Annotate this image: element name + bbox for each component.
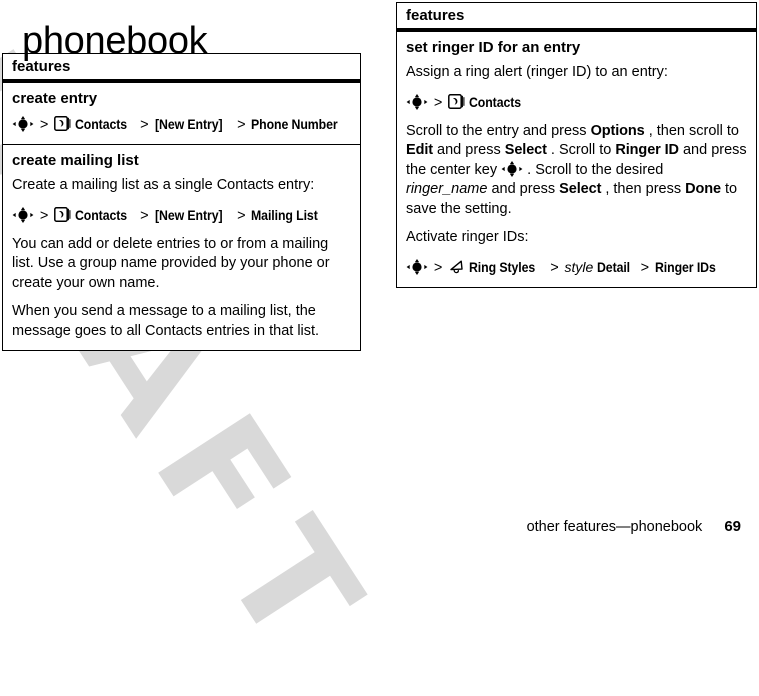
table-body-right: set ringer ID for an entry Assign a ring … [397, 32, 756, 287]
menu-path: > Contacts [406, 92, 747, 113]
path-separator: > [433, 259, 443, 276]
page-footer: other features—phonebook 69 [0, 518, 741, 536]
variable-placeholder: ringer_name [406, 181, 488, 197]
nav-key-icon [501, 160, 523, 177]
path-separator: > [140, 207, 149, 224]
path-separator: > [39, 207, 49, 224]
feature-section-title: create entry [12, 90, 98, 107]
footer-label: other features—phonebook [526, 519, 703, 535]
path-separator: > [140, 117, 149, 133]
menu-item-label: Ringer IDs [655, 258, 716, 275]
feature-paragraph: Assign a ring alert (ringer ID) to an en… [406, 64, 668, 80]
bell-icon [448, 259, 465, 274]
menu-item-label: Contacts [469, 93, 522, 110]
contacts-icon [54, 206, 71, 222]
menu-item-label: Contacts [75, 206, 128, 223]
feature-paragraph: Scroll to the entry and press Options , … [406, 122, 747, 217]
features-table-right: features set ringer ID for an entry Assig… [396, 2, 757, 288]
page-title: phonebook [22, 20, 208, 63]
path-separator: > [550, 259, 559, 276]
nav-key-icon [12, 206, 34, 223]
menu-item-label: Select [504, 142, 547, 158]
menu-item-label: Edit [406, 142, 433, 158]
path-separator: > [39, 117, 49, 133]
feature-section-title: create mailing list [12, 152, 139, 169]
path-separator: > [237, 117, 246, 133]
menu-item-label: Mailing List [251, 206, 319, 223]
menu-path: > Contacts > [New Entry] > Mailing List [12, 205, 351, 226]
menu-item-label: Ringer ID [615, 142, 679, 158]
variable-placeholder: style [564, 258, 594, 275]
menu-item-label: Phone Number [251, 116, 339, 132]
menu-path: > Ring Styles > style Detail > Ringer ID… [406, 257, 747, 278]
menu-item-label: [New Entry] [154, 206, 223, 223]
feature-paragraph: When you send a message to a mailing lis… [12, 303, 320, 339]
feature-paragraph: Create a mailing list as a single Contac… [12, 177, 315, 193]
path-separator: > [640, 259, 650, 276]
menu-item-label: Done [685, 181, 721, 197]
nav-key-icon [406, 258, 428, 275]
feature-paragraph: You can add or delete entries to or from… [12, 235, 330, 291]
table-header-right: features [397, 3, 756, 32]
path-separator: > [433, 94, 443, 111]
menu-item-label: Ring Styles [469, 258, 536, 275]
nav-key-icon [12, 116, 34, 132]
contacts-icon [54, 116, 71, 131]
menu-item-label: Options [590, 122, 645, 139]
feature-section: create entry > Contacts > [New Entry] > … [3, 83, 360, 145]
menu-item-label: Select [559, 181, 602, 197]
menu-item-label: [New Entry] [154, 116, 223, 132]
menu-item-label: Detail [597, 258, 631, 275]
feature-paragraph: Activate ringer IDs: [406, 229, 529, 245]
table-body-left: create entry > Contacts > [New Entry] > … [3, 83, 360, 350]
feature-section: set ringer ID for an entry Assign a ring … [397, 32, 756, 287]
feature-section: create mailing list Create a mailing list… [3, 145, 360, 350]
contacts-icon [448, 93, 465, 109]
menu-path: > Contacts > [New Entry] > Phone Number [12, 114, 351, 135]
footer-page-number: 69 [724, 518, 741, 535]
menu-item-label: Contacts [75, 116, 128, 132]
features-table-left: features create entry > Contacts > [New … [2, 53, 361, 351]
feature-section-title: set ringer ID for an entry [406, 39, 581, 56]
nav-key-icon [406, 93, 428, 110]
path-separator: > [237, 207, 246, 224]
